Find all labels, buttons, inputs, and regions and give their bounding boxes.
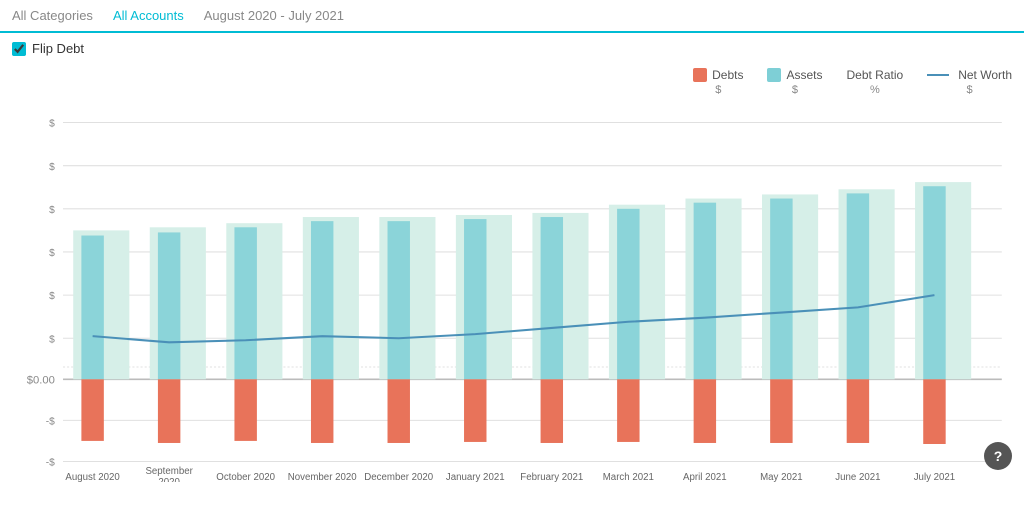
asset-bar-4 [311, 221, 333, 379]
chart-wrapper: $ $ $ $ $ $ $0.00 -$ -$ [12, 102, 1012, 482]
svg-text:January 2021: January 2021 [446, 472, 505, 482]
debt-bar-8 [617, 379, 639, 442]
debt-bar-11 [847, 379, 869, 443]
svg-text:December 2020: December 2020 [364, 472, 434, 482]
asset-bar-11 [847, 193, 869, 379]
legend-debts-label: Debts [712, 68, 743, 82]
asset-bar-12 [923, 186, 945, 379]
bar-chart: $ $ $ $ $ $ $0.00 -$ -$ [12, 102, 1012, 482]
svg-text:$: $ [49, 205, 55, 216]
svg-text:August 2020: August 2020 [65, 472, 120, 482]
flip-debt-row: Flip Debt [0, 33, 1024, 64]
svg-text:April 2021: April 2021 [683, 472, 727, 482]
debt-bar-6 [464, 379, 486, 442]
legend-net-worth-label: Net Worth [958, 68, 1012, 82]
asset-bar-1 [81, 236, 103, 380]
debt-bar-12 [923, 379, 945, 444]
svg-text:$: $ [49, 119, 55, 130]
asset-bar-8 [617, 209, 639, 379]
asset-bar-2 [158, 232, 180, 379]
debt-bar-9 [694, 379, 716, 443]
legend-net-worth: Net Worth $ [927, 68, 1012, 96]
asset-bar-3 [234, 227, 256, 379]
svg-text:October 2020: October 2020 [216, 472, 275, 482]
debt-bar-10 [770, 379, 792, 443]
flip-debt-label: Flip Debt [32, 41, 84, 56]
legend-debts: Debts $ [693, 68, 743, 96]
svg-text:February 2021: February 2021 [520, 472, 583, 482]
chart-legend: Debts $ Assets $ Debt Ratio % Net Worth … [0, 64, 1024, 100]
legend-assets-sub: $ [792, 84, 798, 96]
asset-bar-7 [541, 217, 563, 379]
debt-bar-2 [158, 379, 180, 443]
flip-debt-checkbox[interactable] [12, 42, 26, 56]
svg-text:July 2021: July 2021 [914, 472, 955, 482]
legend-debts-sub: $ [715, 84, 721, 96]
svg-text:-$: -$ [46, 458, 55, 469]
asset-bar-6 [464, 219, 486, 379]
legend-debt-ratio-sub: % [870, 84, 880, 96]
svg-text:$0.00: $0.00 [27, 374, 55, 386]
legend-debt-ratio-label: Debt Ratio [847, 68, 904, 82]
svg-text:March 2021: March 2021 [603, 472, 654, 482]
legend-assets-label: Assets [786, 68, 822, 82]
asset-bar-10 [770, 199, 792, 380]
debt-bar-4 [311, 379, 333, 443]
svg-text:-$: -$ [46, 416, 55, 427]
svg-text:May 2021: May 2021 [760, 472, 803, 482]
debt-bar-1 [81, 379, 103, 441]
legend-net-worth-sub: $ [967, 84, 973, 96]
topbar-all-categories[interactable]: All Categories [12, 8, 93, 23]
asset-bar-5 [388, 221, 410, 379]
top-bar: All Categories All Accounts August 2020 … [0, 0, 1024, 33]
help-button[interactable]: ? [984, 442, 1012, 470]
svg-text:September: September [145, 466, 193, 477]
legend-assets: Assets $ [767, 68, 822, 96]
net-worth-line-icon [927, 74, 949, 76]
assets-color-icon [767, 68, 781, 82]
svg-text:$: $ [49, 291, 55, 302]
debt-bar-5 [388, 379, 410, 443]
debt-bar-3 [234, 379, 256, 441]
svg-text:$: $ [49, 248, 55, 259]
legend-debt-ratio: Debt Ratio % [847, 68, 904, 96]
debt-bar-7 [541, 379, 563, 443]
asset-bar-9 [694, 203, 716, 380]
chart-area: $ $ $ $ $ $ $0.00 -$ -$ [0, 102, 1024, 482]
svg-text:2020: 2020 [158, 477, 180, 482]
svg-text:November 2020: November 2020 [288, 472, 358, 482]
topbar-all-accounts[interactable]: All Accounts [113, 8, 184, 23]
topbar-date-range[interactable]: August 2020 - July 2021 [204, 8, 344, 23]
svg-text:$: $ [49, 162, 55, 173]
svg-text:June 2021: June 2021 [835, 472, 880, 482]
svg-text:$: $ [49, 334, 55, 345]
debts-color-icon [693, 68, 707, 82]
